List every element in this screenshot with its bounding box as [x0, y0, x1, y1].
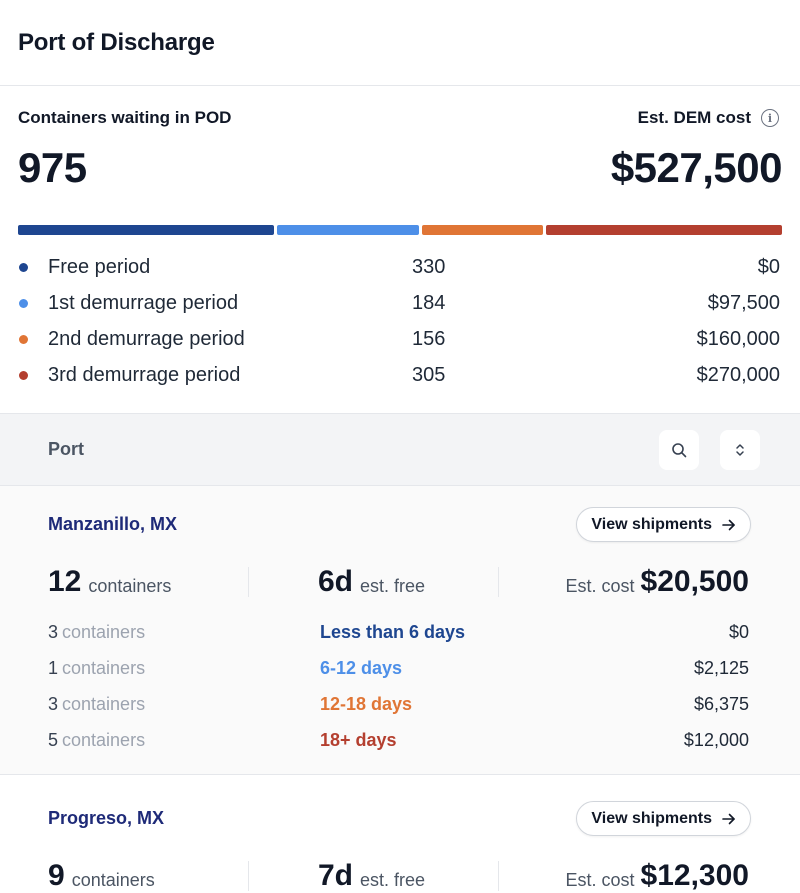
legend-dot [19, 370, 28, 380]
breakdown-row: 5 containers 18+ days $12,000 [48, 722, 749, 758]
info-icon[interactable]: i [761, 109, 779, 127]
legend-dot [19, 298, 28, 308]
view-shipments-button[interactable]: View shipments [576, 507, 751, 542]
breakdown-range: 6-12 days [320, 657, 403, 678]
container-breakdown: 3 containers Less than 6 days $0 1 contain… [48, 614, 749, 774]
period-segment-2 [276, 225, 420, 235]
period-name: 3rd demurrage period [48, 363, 241, 386]
sort-button[interactable] [720, 429, 760, 470]
page-title: Port of Discharge [18, 28, 215, 56]
legend-dot [19, 334, 28, 344]
breakdown-unit: containers [62, 693, 146, 714]
free-days-stat: 7d est. free [249, 859, 499, 892]
containers-waiting-label: Containers waiting in POD [18, 108, 232, 127]
containers-unit: containers [88, 575, 172, 596]
period-segment-4 [545, 225, 782, 235]
breakdown-range: 12-18 days [320, 693, 413, 714]
period-cost: $160,000 [696, 327, 780, 350]
port-card: Manzanillo, MX View shipments 12 contain… [0, 486, 800, 775]
search-button[interactable] [659, 429, 699, 470]
period-name: Free period [48, 255, 151, 278]
port-name[interactable]: Manzanillo, MX [48, 514, 177, 535]
est-cost-label: Est. cost [565, 869, 635, 890]
period-cost: $97,500 [707, 291, 780, 314]
legend-row: Free period 330 $0 [18, 249, 782, 285]
legend-dot [19, 262, 28, 272]
period-count: 305 [412, 363, 446, 386]
period-segment-3 [422, 225, 543, 235]
period-count: 156 [412, 327, 446, 350]
containers-stat: 9 containers [48, 859, 249, 892]
est-cost-stat: Est. cost $20,500 [499, 565, 749, 598]
period-name: 2nd demurrage period [48, 327, 245, 350]
containers-stat: 12 containers [48, 565, 249, 598]
search-icon [672, 442, 687, 457]
free-days-stat: 6d est. free [249, 565, 499, 598]
containers-count: 12 [48, 565, 82, 598]
period-segment-1 [18, 225, 274, 235]
period-cost: $0 [757, 255, 780, 278]
dem-cost-label: Est. DEM cost [637, 108, 751, 127]
breakdown-row: 3 containers 12-18 days $6,375 [48, 686, 749, 722]
view-shipments-label: View shipments [591, 809, 712, 827]
breakdown-unit: containers [62, 621, 146, 642]
breakdown-count: 1 [48, 657, 59, 678]
free-days-unit: est. free [360, 869, 426, 890]
arrow-right-icon [722, 813, 735, 824]
free-days-value: 6d [318, 565, 354, 598]
containers-waiting-value: 975 [18, 144, 87, 191]
est-cost-label: Est. cost [565, 575, 635, 596]
view-shipments-label: View shipments [591, 515, 712, 533]
breakdown-cost: $12,000 [683, 729, 749, 750]
breakdown-row: 1 containers 6-12 days $2,125 [48, 650, 749, 686]
breakdown-unit: containers [62, 729, 146, 750]
port-column-title: Port [48, 439, 84, 459]
view-shipments-button[interactable]: View shipments [576, 801, 751, 836]
period-name: 1st demurrage period [48, 291, 239, 314]
period-cost: $270,000 [696, 363, 780, 386]
port-card: Progreso, MX View shipments 9 containers… [0, 775, 800, 893]
legend-row: 3rd demurrage period 305 $270,000 [18, 357, 782, 393]
page-header: Port of Discharge [0, 0, 800, 86]
breakdown-cost: $2,125 [693, 657, 749, 678]
arrow-right-icon [722, 519, 735, 530]
port-table-header: Port [0, 414, 800, 486]
breakdown-range: Less than 6 days [320, 621, 466, 642]
period-distribution-bar [18, 225, 782, 235]
free-days-value: 7d [318, 859, 354, 892]
free-days-unit: est. free [360, 575, 426, 596]
legend-row: 2nd demurrage period 156 $160,000 [18, 321, 782, 357]
breakdown-count: 3 [48, 621, 59, 642]
breakdown-count: 5 [48, 729, 59, 750]
port-name[interactable]: Progreso, MX [48, 808, 164, 829]
pod-summary: Containers waiting in POD 975 Est. DEM c… [0, 86, 800, 414]
breakdown-row: 3 containers Less than 6 days $0 [48, 614, 749, 650]
breakdown-cost: $6,375 [693, 693, 749, 714]
est-cost-stat: Est. cost $12,300 [499, 859, 749, 892]
breakdown-cost: $0 [728, 621, 749, 642]
breakdown-count: 3 [48, 693, 59, 714]
period-legend: Free period 330 $0 1st demurrage period … [18, 249, 782, 393]
est-cost-value: $12,300 [640, 859, 749, 892]
sort-icon [736, 443, 744, 456]
period-count: 184 [412, 291, 446, 314]
breakdown-unit: containers [62, 657, 146, 678]
containers-count: 9 [48, 859, 65, 892]
breakdown-range: 18+ days [320, 729, 397, 750]
period-count: 330 [412, 255, 446, 278]
dem-cost-value: $527,500 [610, 144, 783, 191]
legend-row: 1st demurrage period 184 $97,500 [18, 285, 782, 321]
est-cost-value: $20,500 [640, 565, 749, 598]
containers-unit: containers [71, 869, 155, 890]
